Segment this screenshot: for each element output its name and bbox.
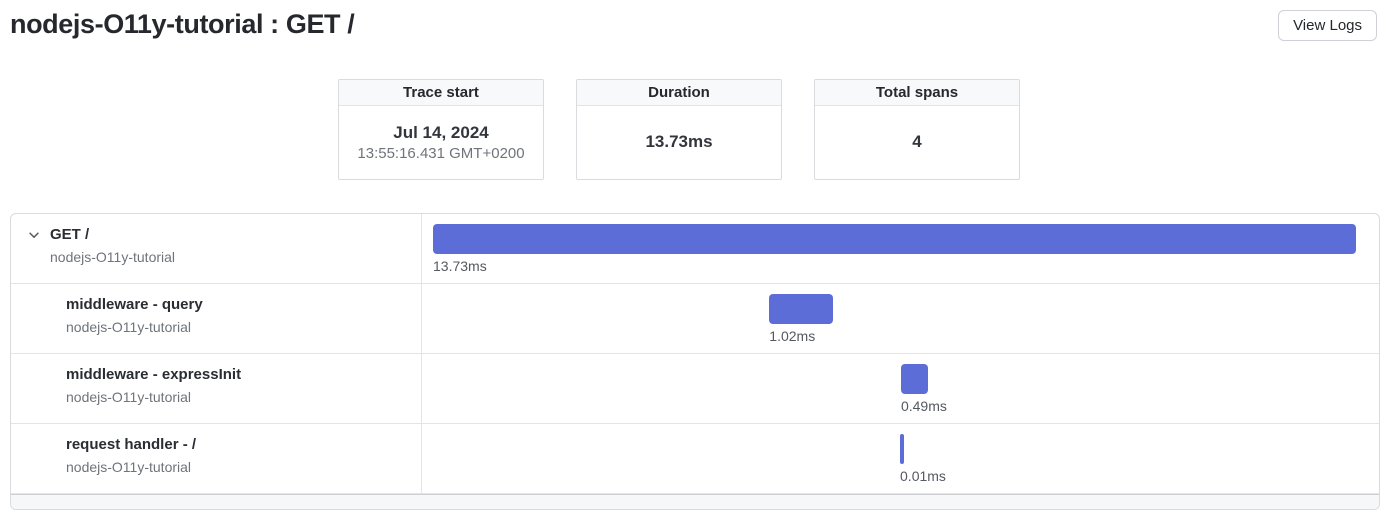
span-service-name: nodejs-O11y-tutorial: [50, 247, 175, 268]
span-timeline-cell: 1.02ms: [422, 284, 1379, 353]
span-duration-label: 0.49ms: [901, 398, 947, 414]
span-service-name: nodejs-O11y-tutorial: [66, 317, 203, 338]
span-duration-label: 1.02ms: [769, 328, 815, 344]
chevron-down-icon[interactable]: [27, 228, 41, 242]
trace-waterfall-panel: GET / nodejs-O11y-tutorial 13.73ms middl…: [10, 213, 1380, 510]
trace-start-time: 13:55:16.431 GMT+0200: [339, 145, 543, 162]
page-title: nodejs-O11y-tutorial : GET /: [10, 6, 1377, 42]
span-row[interactable]: request handler - / nodejs-O11y-tutorial…: [11, 424, 1379, 494]
span-duration-bar[interactable]: [769, 294, 833, 324]
page-header: nodejs-O11y-tutorial : GET / View Logs: [0, 0, 1389, 42]
trace-start-card: Trace start Jul 14, 2024 13:55:16.431 GM…: [338, 79, 544, 180]
duration-value: 13.73ms: [577, 132, 781, 152]
card-title: Trace start: [339, 80, 543, 106]
span-timeline-cell: 0.01ms: [422, 424, 1379, 493]
span-duration-bar[interactable]: [901, 364, 928, 394]
span-name: middleware - query: [66, 294, 203, 316]
span-name-cell: GET / nodejs-O11y-tutorial: [11, 214, 422, 283]
trace-summary-cards: Trace start Jul 14, 2024 13:55:16.431 GM…: [338, 79, 1389, 180]
span-name: request handler - /: [66, 434, 196, 456]
span-name-cell: middleware - query nodejs-O11y-tutorial: [11, 284, 422, 353]
span-row[interactable]: GET / nodejs-O11y-tutorial 13.73ms: [11, 214, 1379, 284]
duration-card: Duration 13.73ms: [576, 79, 782, 180]
span-timeline-cell: 13.73ms: [422, 214, 1379, 283]
span-name: middleware - expressInit: [66, 364, 241, 386]
card-title: Total spans: [815, 80, 1019, 106]
trace-start-date: Jul 14, 2024: [339, 123, 543, 143]
card-title: Duration: [577, 80, 781, 106]
span-name-cell: middleware - expressInit nodejs-O11y-tut…: [11, 354, 422, 423]
span-timeline-cell: 0.49ms: [422, 354, 1379, 423]
span-duration-label: 13.73ms: [433, 258, 487, 274]
span-name-cell: request handler - / nodejs-O11y-tutorial: [11, 424, 422, 493]
span-service-name: nodejs-O11y-tutorial: [66, 457, 196, 478]
scrollbar-track[interactable]: [11, 494, 1379, 509]
span-duration-bar[interactable]: [433, 224, 1356, 254]
span-duration-label: 0.01ms: [900, 468, 946, 484]
span-row[interactable]: middleware - query nodejs-O11y-tutorial …: [11, 284, 1379, 354]
span-duration-bar[interactable]: [900, 434, 904, 464]
span-name: GET /: [50, 224, 175, 246]
view-logs-button[interactable]: View Logs: [1278, 10, 1377, 41]
span-service-name: nodejs-O11y-tutorial: [66, 387, 241, 408]
span-row[interactable]: middleware - expressInit nodejs-O11y-tut…: [11, 354, 1379, 424]
total-spans-value: 4: [815, 132, 1019, 152]
total-spans-card: Total spans 4: [814, 79, 1020, 180]
